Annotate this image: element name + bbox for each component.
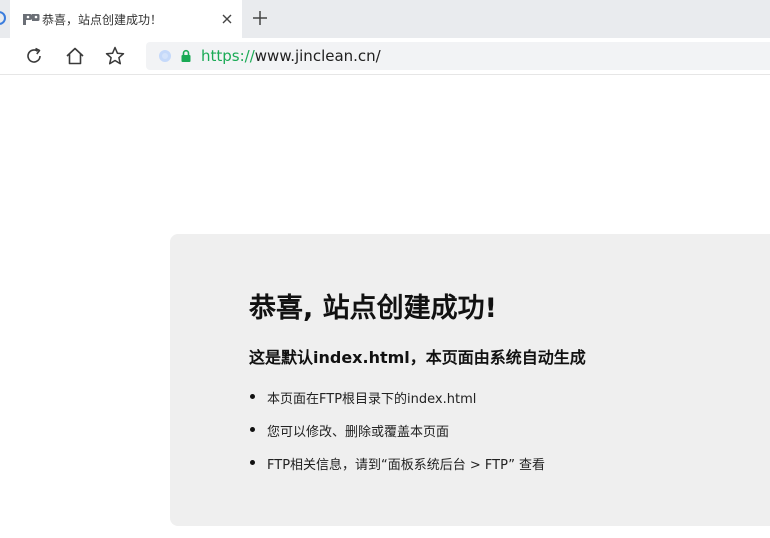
tab-strip: 恭喜，站点创建成功！ (0, 0, 770, 38)
url-scheme: https:// (201, 47, 255, 65)
site-info-icon[interactable] (159, 50, 171, 62)
info-list: 本页面在FTP根目录下的index.html 您可以修改、删除或覆盖本页面 FT… (249, 388, 545, 487)
url-text[interactable]: https://www.jinclean.cn/ (201, 47, 381, 65)
star-icon[interactable] (104, 45, 126, 67)
list-item-text: 本页面在FTP根目录下的index.html (267, 392, 477, 407)
list-item-text: 您可以修改、删除或覆盖本页面 (267, 425, 450, 440)
browser-toolbar: https://www.jinclean.cn/ (0, 38, 770, 75)
previous-tab-icon[interactable] (0, 11, 6, 25)
list-item: 本页面在FTP根目录下的index.html (249, 388, 545, 421)
list-item: 您可以修改、删除或覆盖本页面 (249, 421, 545, 454)
tab-title: 恭喜，站点创建成功！ (42, 13, 163, 27)
home-icon[interactable] (64, 45, 86, 67)
site-favicon-icon (23, 14, 40, 25)
page-subtitle: 这是默认index.html，本页面由系统自动生成 (249, 348, 586, 367)
lock-icon[interactable] (181, 49, 191, 63)
welcome-panel: 恭喜, 站点创建成功! 这是默认index.html，本页面由系统自动生成 本页… (170, 234, 770, 526)
url-host: www.jinclean.cn/ (254, 47, 381, 65)
bullet-icon (250, 460, 255, 465)
reload-icon[interactable] (23, 45, 45, 67)
page-title: 恭喜, 站点创建成功! (249, 293, 497, 324)
list-item-text: FTP相关信息，请到“面板系统后台 > FTP” 查看 (267, 458, 546, 473)
browser-window: 恭喜，站点创建成功！ https://www.jinclean.cn/ 恭喜, … (0, 0, 770, 538)
list-item: FTP相关信息，请到“面板系统后台 > FTP” 查看 (249, 454, 545, 487)
bullet-icon (250, 394, 255, 399)
address-bar[interactable]: https://www.jinclean.cn/ (146, 42, 770, 70)
bullet-icon (250, 427, 255, 432)
active-tab[interactable]: 恭喜，站点创建成功！ (10, 0, 242, 38)
new-tab-plus-icon[interactable] (251, 9, 269, 27)
close-icon[interactable] (220, 12, 234, 26)
